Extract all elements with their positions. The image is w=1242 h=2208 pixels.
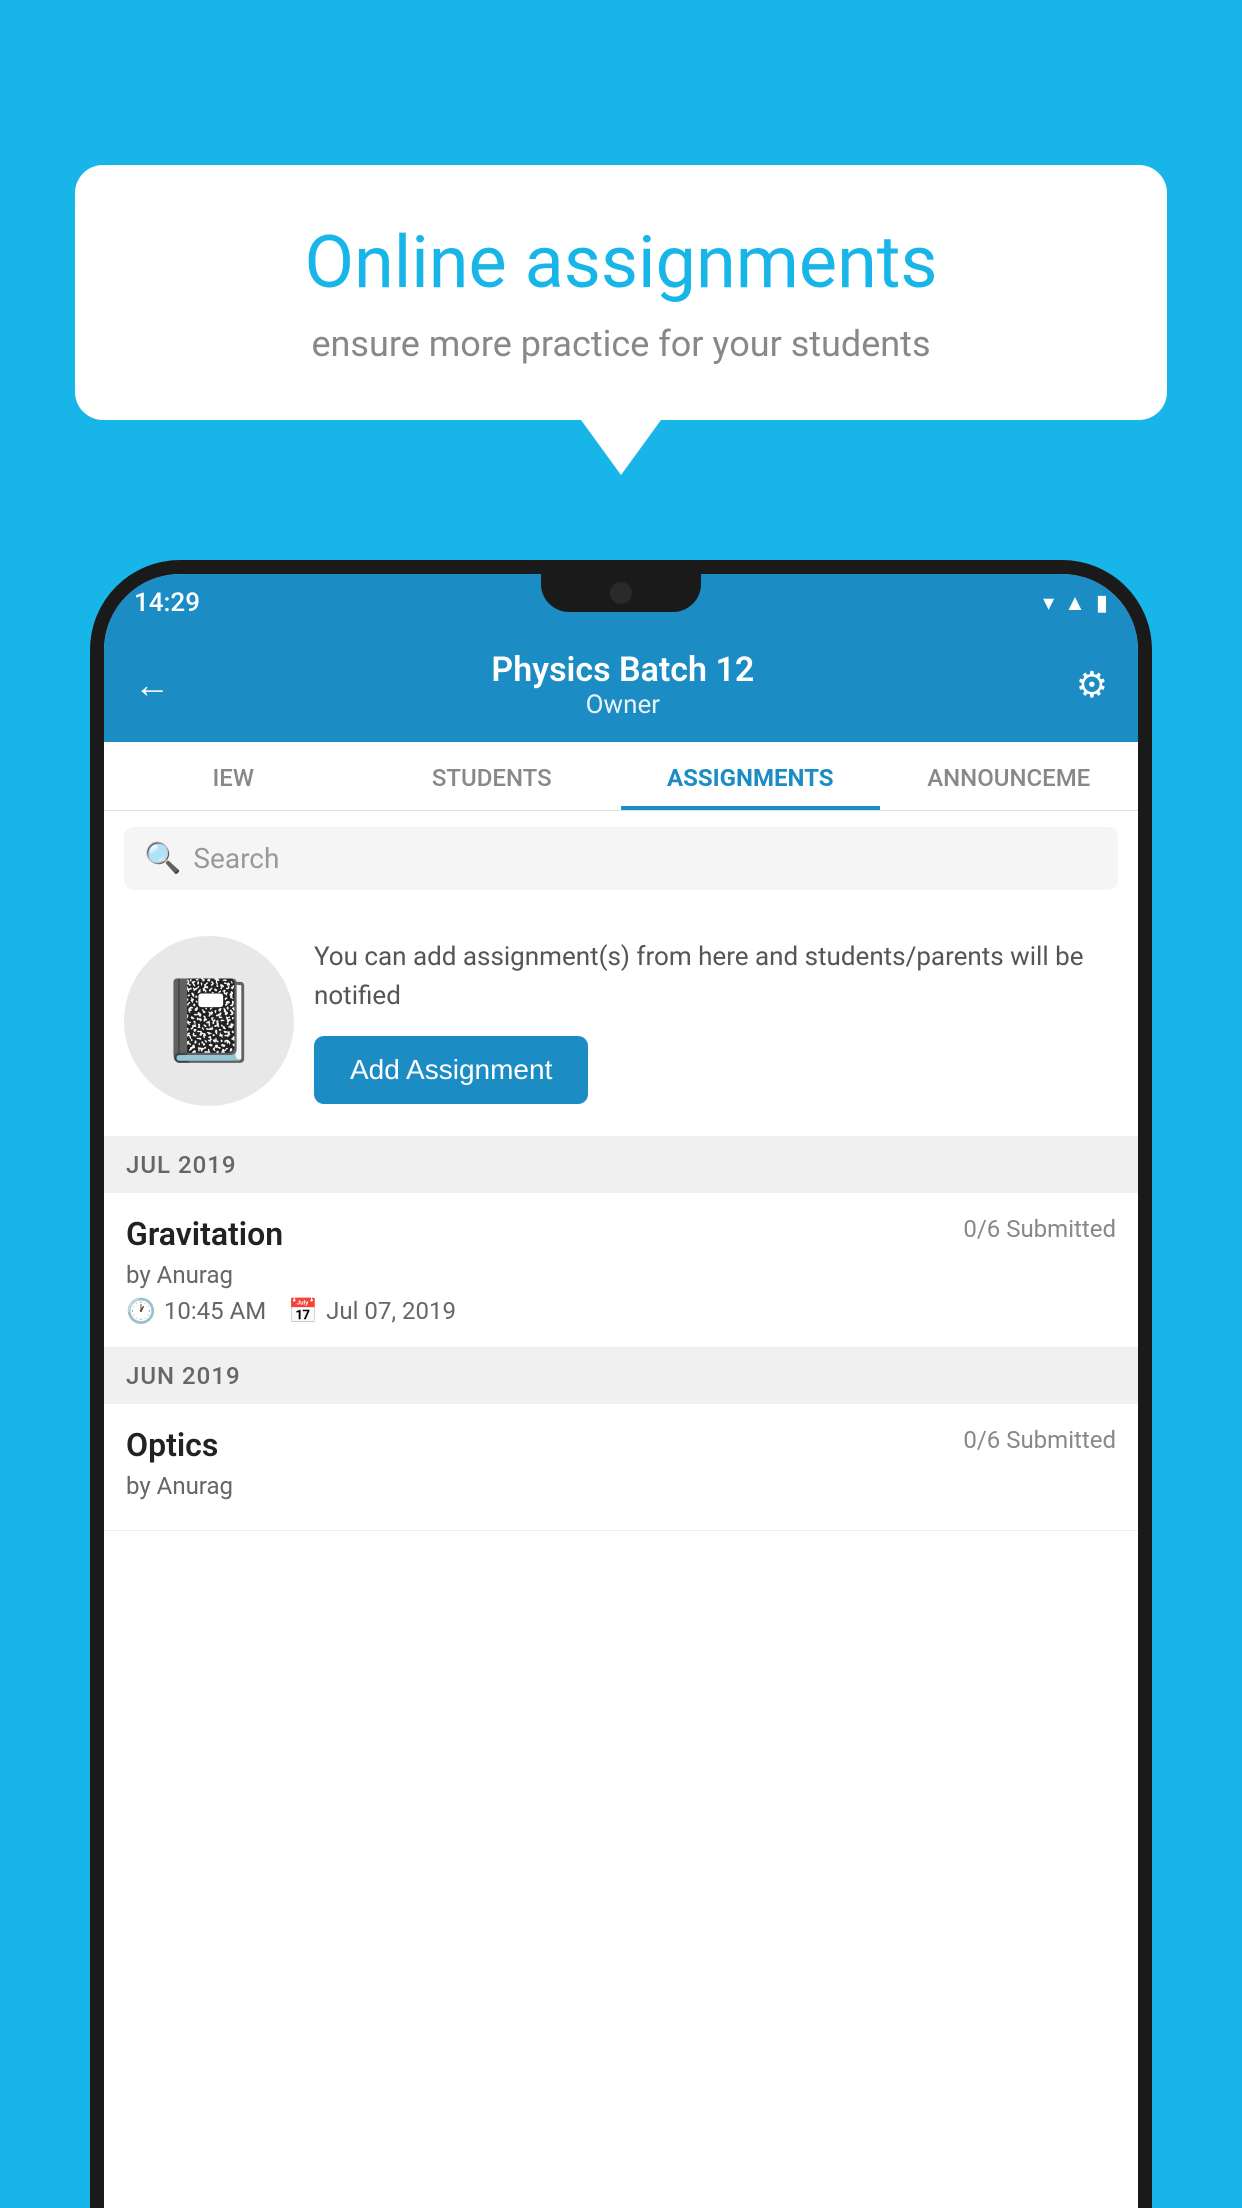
- signal-icon: ▲: [1064, 590, 1086, 616]
- assignment-item-gravitation[interactable]: Gravitation 0/6 Submitted by Anurag 🕐 10…: [104, 1193, 1138, 1348]
- assignment-item-header: Gravitation 0/6 Submitted: [126, 1215, 1116, 1253]
- speech-bubble-subtitle: ensure more practice for your students: [135, 323, 1107, 365]
- assignment-date: Jul 07, 2019: [326, 1297, 456, 1325]
- back-button[interactable]: ←: [134, 664, 170, 706]
- notebook-icon: 📓: [159, 974, 259, 1068]
- speech-bubble-arrow: [581, 420, 661, 475]
- tabs-bar: IEW STUDENTS ASSIGNMENTS ANNOUNCEME: [104, 742, 1138, 811]
- search-icon: 🔍: [144, 841, 181, 876]
- speech-bubble-title: Online assignments: [135, 220, 1107, 305]
- tab-iew[interactable]: IEW: [104, 742, 363, 810]
- tab-assignments[interactable]: ASSIGNMENTS: [621, 742, 880, 810]
- month-header-jul: JUL 2019: [104, 1137, 1138, 1193]
- assignment-description: You can add assignment(s) from here and …: [314, 938, 1118, 1016]
- settings-button[interactable]: ⚙: [1076, 664, 1108, 706]
- assignment-info: You can add assignment(s) from here and …: [314, 938, 1118, 1104]
- add-assignment-section: 📓 You can add assignment(s) from here an…: [104, 906, 1138, 1137]
- tab-students[interactable]: STUDENTS: [363, 742, 622, 810]
- app-header: ← Physics Batch 12 Owner ⚙: [104, 632, 1138, 742]
- assignment-item-header-optics: Optics 0/6 Submitted: [126, 1426, 1116, 1464]
- date-meta: 📅 Jul 07, 2019: [288, 1297, 456, 1325]
- header-center: Physics Batch 12 Owner: [491, 650, 754, 720]
- time-meta: 🕐 10:45 AM: [126, 1297, 266, 1325]
- assignment-item-optics[interactable]: Optics 0/6 Submitted by Anurag: [104, 1404, 1138, 1531]
- assignment-name-optics: Optics: [126, 1426, 218, 1464]
- wifi-icon: ▾: [1043, 591, 1054, 616]
- search-bar[interactable]: 🔍 Search: [124, 827, 1118, 890]
- assignment-name-gravitation: Gravitation: [126, 1215, 283, 1253]
- phone-notch: [541, 574, 701, 612]
- status-time: 14:29: [134, 588, 200, 618]
- phone-frame: 14:29 ▾ ▲ ▮ ← Physics Batch 12 Owner ⚙ I…: [90, 560, 1152, 2208]
- submitted-badge-optics: 0/6 Submitted: [963, 1426, 1116, 1454]
- speech-bubble-container: Online assignments ensure more practice …: [75, 165, 1167, 475]
- camera-dot: [610, 582, 632, 604]
- status-icons: ▾ ▲ ▮: [1043, 590, 1108, 616]
- assignment-meta-gravitation: 🕐 10:45 AM 📅 Jul 07, 2019: [126, 1297, 1116, 1325]
- phone-inner: 14:29 ▾ ▲ ▮ ← Physics Batch 12 Owner ⚙ I…: [104, 574, 1138, 2208]
- search-placeholder: Search: [193, 842, 279, 875]
- submitted-badge-gravitation: 0/6 Submitted: [963, 1215, 1116, 1243]
- add-assignment-button[interactable]: Add Assignment: [314, 1036, 588, 1104]
- battery-icon: ▮: [1096, 591, 1108, 616]
- header-subtitle: Owner: [491, 690, 754, 720]
- assignment-by-gravitation: by Anurag: [126, 1261, 1116, 1289]
- tab-announcements[interactable]: ANNOUNCEME: [880, 742, 1139, 810]
- speech-bubble: Online assignments ensure more practice …: [75, 165, 1167, 420]
- assignment-icon-circle: 📓: [124, 936, 294, 1106]
- assignment-by-optics: by Anurag: [126, 1472, 1116, 1500]
- clock-icon: 🕐: [126, 1297, 156, 1325]
- assignment-time: 10:45 AM: [164, 1297, 266, 1325]
- month-header-jun: JUN 2019: [104, 1348, 1138, 1404]
- calendar-icon: 📅: [288, 1297, 318, 1325]
- search-container: 🔍 Search: [104, 811, 1138, 906]
- header-title: Physics Batch 12: [491, 650, 754, 690]
